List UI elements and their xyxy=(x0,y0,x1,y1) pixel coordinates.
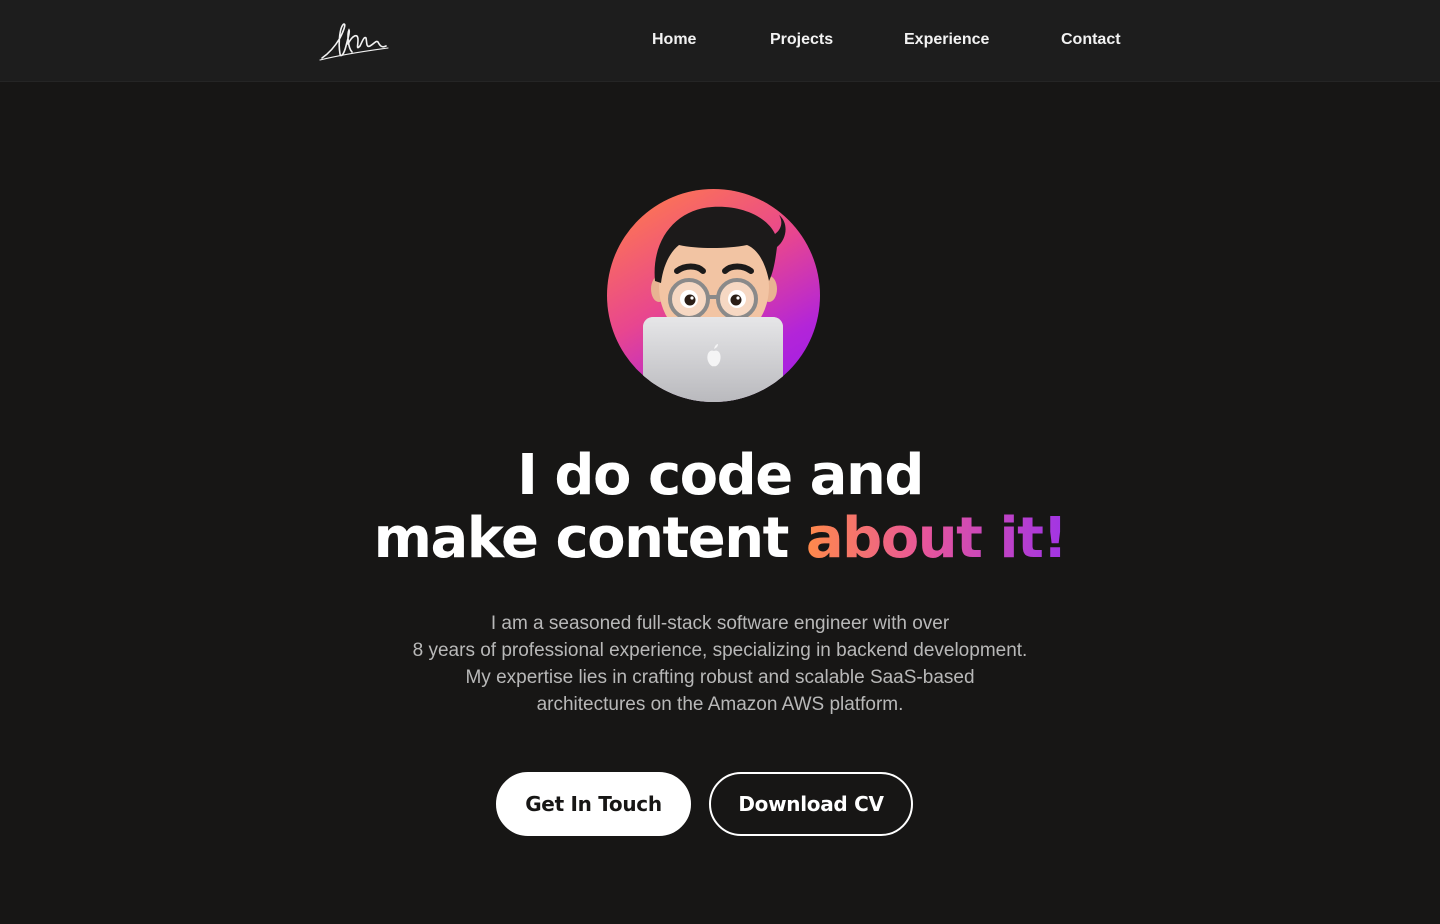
headline-plain-text: make content xyxy=(373,506,806,571)
download-cv-button[interactable]: Download CV xyxy=(709,772,913,836)
avatar xyxy=(607,189,820,402)
top-navbar: Home Projects Experience Contact xyxy=(0,0,1440,82)
memoji-laptop-avatar-icon xyxy=(643,206,786,402)
get-in-touch-button[interactable]: Get In Touch xyxy=(496,772,691,836)
hero-headline: I do code and make content about it! xyxy=(0,444,1440,570)
bio-line: 8 years of professional experience, spec… xyxy=(412,640,1028,661)
nav-home[interactable]: Home xyxy=(652,31,696,49)
bio-line: My expertise lies in crafting robust and… xyxy=(465,667,975,688)
bio-line: architectures on the Amazon AWS platform… xyxy=(536,694,904,715)
bio-line: I am a seasoned full-stack software engi… xyxy=(490,613,950,634)
hero-bio: I am a seasoned full-stack software engi… xyxy=(0,610,1440,718)
headline-line-2: make content about it! xyxy=(0,507,1440,570)
nav-contact[interactable]: Contact xyxy=(1061,31,1121,49)
nav-experience[interactable]: Experience xyxy=(904,31,989,49)
headline-accent-text: about it! xyxy=(805,506,1068,571)
headline-line-1: I do code and xyxy=(517,443,924,508)
main-nav: Home Projects Experience Contact xyxy=(0,0,1440,82)
nav-projects[interactable]: Projects xyxy=(770,31,833,49)
